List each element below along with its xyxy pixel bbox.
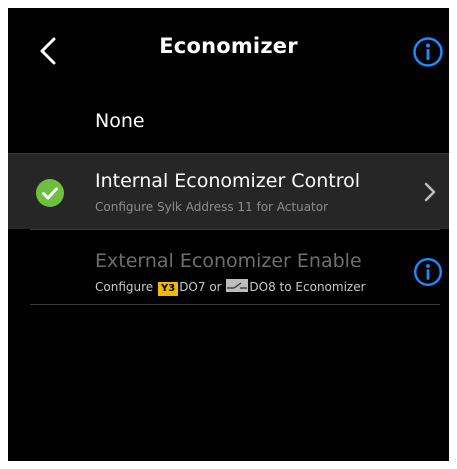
divider (30, 229, 440, 230)
chevron-right-icon (422, 180, 438, 204)
external-info-button[interactable] (413, 257, 443, 287)
economizer-screen: Economizer None Internal Economizer Cont… (8, 8, 449, 461)
sublabel-middle: DO7 or (179, 280, 226, 294)
page-title: Economizer (159, 34, 298, 58)
option-external-sublabel: Configure Y3 DO7 or DO8 to Economizer (95, 279, 366, 296)
option-internal-economizer[interactable]: Internal Economizer Control Configure Sy… (8, 154, 449, 229)
option-none-label: None (95, 110, 145, 132)
option-internal-label: Internal Economizer Control (95, 170, 360, 192)
option-external-economizer: External Economizer Enable Configure Y3 D… (8, 240, 449, 302)
header-info-button[interactable] (412, 36, 444, 68)
header: Economizer (8, 8, 449, 88)
check-circle-icon (35, 178, 65, 208)
info-icon (413, 257, 443, 287)
divider (30, 304, 440, 305)
option-internal-sublabel: Configure Sylk Address 11 for Actuator (95, 200, 329, 214)
sublabel-suffix: DO8 to Economizer (249, 280, 366, 294)
option-external-label: External Economizer Enable (95, 250, 362, 272)
relay-contact-icon (226, 279, 249, 292)
sublabel-prefix: Configure (95, 280, 157, 294)
info-icon (413, 37, 443, 67)
y3-badge: Y3 (157, 282, 179, 296)
option-none[interactable]: None (8, 100, 449, 146)
